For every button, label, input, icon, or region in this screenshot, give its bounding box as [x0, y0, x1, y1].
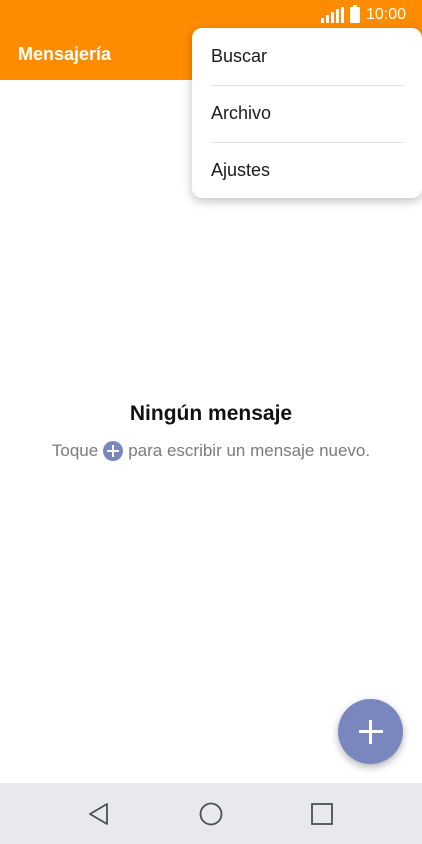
- navigation-bar: [0, 783, 422, 844]
- menu-item-ajustes[interactable]: Ajustes: [192, 142, 422, 199]
- plus-circle-icon: [103, 441, 124, 461]
- home-icon[interactable]: [198, 801, 224, 827]
- overflow-menu: Buscar Archivo Ajustes: [192, 28, 422, 198]
- recent-apps-icon[interactable]: [309, 801, 335, 827]
- hint-text-before: Toque: [51, 441, 99, 460]
- empty-state-hint: Toque para escribir un mensaje nuevo.: [0, 441, 422, 461]
- new-message-button[interactable]: [338, 699, 403, 764]
- app-title: Mensajería: [18, 44, 112, 64]
- battery-icon: [349, 5, 360, 23]
- messaging-screen: 10:00 Mensajería Buscar Archivo Ajustes …: [0, 0, 422, 844]
- signal-icon: [320, 7, 344, 23]
- status-time: 10:00: [365, 6, 406, 23]
- status-icons: 10:00: [320, 5, 406, 24]
- menu-item-archivo[interactable]: Archivo: [192, 85, 422, 142]
- menu-item-buscar[interactable]: Buscar: [192, 28, 422, 85]
- status-bar: 10:00: [0, 0, 422, 30]
- hint-text-after: para escribir un mensaje nuevo.: [128, 441, 371, 460]
- empty-state-title: Ningún mensaje: [129, 402, 293, 425]
- back-icon[interactable]: [86, 801, 112, 827]
